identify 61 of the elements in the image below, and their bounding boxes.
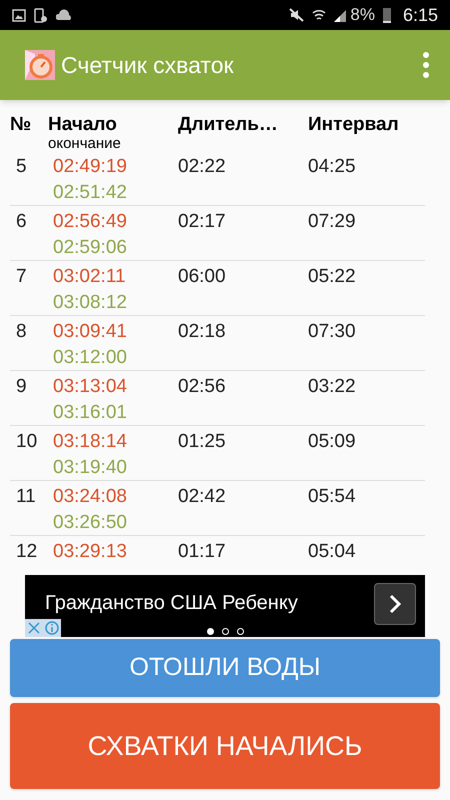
start-time: 02:56:49: [53, 210, 128, 234]
stopwatch-icon: [25, 50, 55, 80]
image-icon: [12, 8, 26, 22]
battery-icon: [382, 7, 391, 23]
row-number: 10: [16, 431, 38, 452]
clock: 6:15: [402, 4, 438, 26]
end-time: 02:59:06: [53, 236, 128, 260]
chevron-right-icon: [389, 594, 401, 614]
overflow-menu-icon[interactable]: [422, 52, 430, 78]
phone-icon: [34, 8, 48, 22]
column-header: Интервал: [308, 114, 400, 136]
interval: 03:22: [308, 376, 356, 397]
duration: 01:25: [178, 431, 226, 452]
row-number: 8: [16, 321, 27, 342]
action-button[interactable]: ОТОШЛИ ВОДЫ: [10, 639, 440, 697]
next-button[interactable]: [374, 583, 416, 625]
start-time: 03:13:04: [53, 375, 128, 399]
app-title: Счетчик схваток: [61, 50, 235, 80]
start-time: 03:24:08: [53, 485, 128, 509]
interval: 07:30: [308, 321, 356, 342]
battery-level: 8%: [350, 4, 375, 26]
start-time: 03:02:11: [53, 265, 127, 289]
row-number: 9: [16, 376, 27, 397]
interval: 04:25: [308, 156, 356, 177]
column-header: Длитель…: [178, 114, 279, 136]
row-number: 7: [16, 266, 27, 287]
column-header: Начало: [48, 114, 118, 136]
end-time: 03:08:12: [53, 291, 128, 315]
start-time: 03:29:13: [53, 540, 128, 564]
row-number: 5: [16, 156, 27, 177]
duration: 02:18: [178, 321, 226, 342]
duration: 01:17: [178, 541, 226, 562]
row-number: 12: [16, 541, 38, 562]
signal-icon: [334, 8, 346, 22]
end-time: 03:19:40: [53, 456, 128, 480]
start-time: 03:18:14: [53, 430, 128, 454]
column-header: №: [10, 114, 32, 136]
duration: 06:00: [178, 266, 226, 287]
duration: 02:42: [178, 486, 226, 507]
action-button[interactable]: СХВАТКИ НАЧАЛИСЬ: [10, 703, 440, 789]
interval: 05:04: [308, 541, 356, 562]
duration: 02:56: [178, 376, 226, 397]
start-time: 02:49:19: [53, 155, 128, 179]
row-number: 6: [16, 211, 27, 232]
wifi-icon: [312, 8, 326, 22]
interval: 05:22: [308, 266, 356, 287]
end-time: 03:26:50: [53, 511, 128, 535]
interval: 05:54: [308, 486, 356, 507]
duration: 02:22: [178, 156, 226, 177]
end-time: 03:12:00: [53, 346, 128, 370]
ad-text[interactable]: Гражданство США Ребенку: [45, 588, 374, 618]
interval: 05:09: [308, 431, 356, 452]
column-subheader: окончание: [48, 136, 122, 151]
start-time: 03:09:41: [53, 320, 128, 344]
mute-icon: [288, 8, 304, 22]
duration: 02:17: [178, 211, 226, 232]
end-time: 03:16:01: [53, 401, 128, 425]
interval: 07:29: [308, 211, 356, 232]
row-number: 11: [16, 486, 36, 507]
cloud-icon: [56, 9, 72, 21]
end-time: 02:51:42: [53, 181, 128, 205]
